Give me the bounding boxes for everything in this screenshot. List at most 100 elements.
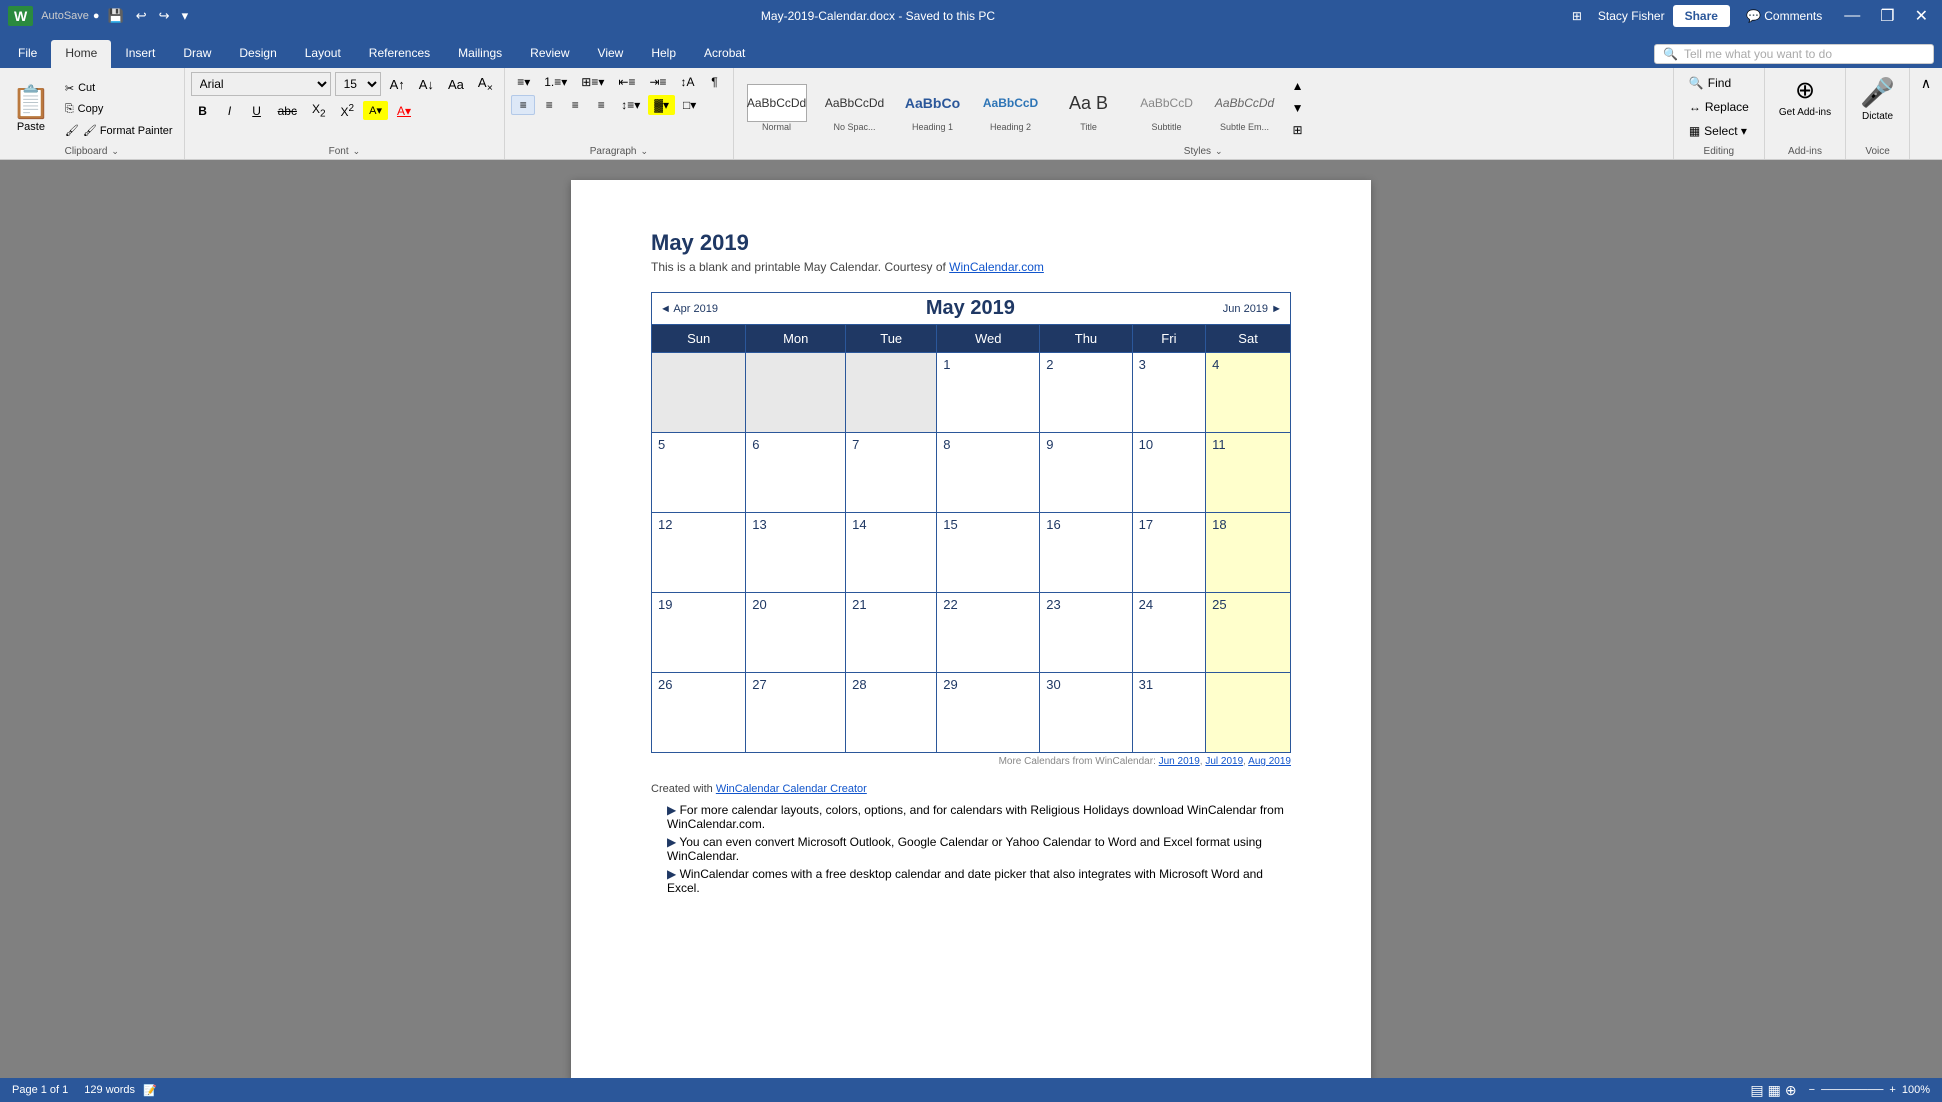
view-layout-btn[interactable]: ▦ bbox=[1768, 1082, 1781, 1099]
restore-btn[interactable]: ❐ bbox=[1874, 6, 1900, 26]
cal-cell-w1-d7[interactable]: 4 bbox=[1206, 353, 1291, 433]
cal-cell-w3-d3[interactable]: 14 bbox=[846, 513, 937, 593]
tab-view[interactable]: View bbox=[584, 40, 638, 68]
style-normal[interactable]: AaBbCcDd Normal bbox=[740, 80, 814, 136]
bullets-button[interactable]: ≡▾ bbox=[511, 72, 536, 92]
cal-cell-w2-d5[interactable]: 9 bbox=[1040, 433, 1132, 513]
border-btn[interactable]: □▾ bbox=[677, 95, 702, 115]
aug-link[interactable]: Aug 2019 bbox=[1248, 756, 1291, 767]
cal-cell-w2-d6[interactable]: 10 bbox=[1132, 433, 1205, 513]
align-center-btn[interactable]: ≡ bbox=[537, 95, 561, 115]
redo-btn[interactable]: ↪ bbox=[155, 6, 174, 26]
cut-button[interactable]: ✂ Cut bbox=[60, 79, 178, 98]
cal-cell-w3-d1[interactable]: 12 bbox=[652, 513, 746, 593]
share-button[interactable]: Share bbox=[1673, 5, 1730, 27]
search-bar[interactable]: 🔍 Tell me what you want to do bbox=[1654, 44, 1934, 64]
styles-more[interactable]: ⊞ bbox=[1286, 120, 1310, 140]
cal-cell-w3-d2[interactable]: 13 bbox=[746, 513, 846, 593]
cal-cell-w1-d3[interactable] bbox=[846, 353, 937, 433]
tab-help[interactable]: Help bbox=[637, 40, 690, 68]
collapse-ribbon-btn[interactable]: ∧ bbox=[1914, 72, 1938, 95]
font-case-btn[interactable]: Aa bbox=[443, 74, 469, 95]
cal-cell-w2-d3[interactable]: 7 bbox=[846, 433, 937, 513]
proofing-icon[interactable]: 📝 bbox=[143, 1084, 157, 1097]
bold-button[interactable]: B bbox=[191, 101, 215, 121]
cal-cell-w4-d3[interactable]: 21 bbox=[846, 593, 937, 673]
cal-cell-w5-d5[interactable]: 30 bbox=[1040, 673, 1132, 753]
cal-cell-w1-d6[interactable]: 3 bbox=[1132, 353, 1205, 433]
cal-cell-w4-d2[interactable]: 20 bbox=[746, 593, 846, 673]
close-btn[interactable]: ✕ bbox=[1909, 6, 1934, 26]
cal-cell-w5-d7[interactable] bbox=[1206, 673, 1291, 753]
cal-cell-w5-d3[interactable]: 28 bbox=[846, 673, 937, 753]
numbering-button[interactable]: 1.≡▾ bbox=[538, 72, 573, 92]
wincalendar-link[interactable]: WinCalendar.com bbox=[949, 260, 1044, 274]
cal-cell-w4-d5[interactable]: 23 bbox=[1040, 593, 1132, 673]
style-no-space[interactable]: AaBbCcDd No Spac... bbox=[818, 80, 892, 136]
format-painter-button[interactable]: 🖌 🖌 Format Painter bbox=[60, 121, 178, 140]
tab-draw[interactable]: Draw bbox=[169, 40, 225, 68]
highlight-button[interactable]: A▾ bbox=[363, 101, 388, 120]
sort-btn[interactable]: ↕A bbox=[675, 72, 701, 92]
view-normal-btn[interactable]: ▤ bbox=[1750, 1082, 1763, 1099]
copy-button[interactable]: ⎘ Copy bbox=[60, 100, 178, 119]
cal-cell-w3-d6[interactable]: 17 bbox=[1132, 513, 1205, 593]
cal-cell-w2-d1[interactable]: 5 bbox=[652, 433, 746, 513]
tab-insert[interactable]: Insert bbox=[111, 40, 169, 68]
multilevel-button[interactable]: ⊞≡▾ bbox=[575, 72, 610, 92]
cal-cell-w4-d1[interactable]: 19 bbox=[652, 593, 746, 673]
cal-cell-w2-d2[interactable]: 6 bbox=[746, 433, 846, 513]
decrease-indent-btn[interactable]: ⇤≡ bbox=[612, 72, 641, 92]
styles-scroll-up[interactable]: ▲ bbox=[1286, 76, 1310, 96]
cal-cell-w5-d4[interactable]: 29 bbox=[937, 673, 1040, 753]
cal-cell-w1-d2[interactable] bbox=[746, 353, 846, 433]
cal-cell-w5-d6[interactable]: 31 bbox=[1132, 673, 1205, 753]
next-month-link[interactable]: Jun 2019 ► bbox=[1223, 303, 1282, 315]
style-title[interactable]: Aa B Title bbox=[1052, 80, 1126, 136]
clear-formatting-btn[interactable]: A✕ bbox=[473, 72, 498, 96]
font-shrink-btn[interactable]: A↓ bbox=[414, 74, 439, 95]
tab-review[interactable]: Review bbox=[516, 40, 583, 68]
tab-acrobat[interactable]: Acrobat bbox=[690, 40, 759, 68]
document-page[interactable]: May 2019 This is a blank and printable M… bbox=[571, 180, 1371, 1078]
cal-cell-w3-d5[interactable]: 16 bbox=[1040, 513, 1132, 593]
select-button[interactable]: ▦ Select ▾ bbox=[1682, 120, 1756, 142]
replace-button[interactable]: ↔ Replace bbox=[1682, 96, 1756, 118]
tab-file[interactable]: File bbox=[4, 40, 51, 68]
paste-button[interactable]: 📋 Paste bbox=[6, 78, 56, 138]
cal-cell-w4-d6[interactable]: 24 bbox=[1132, 593, 1205, 673]
style-heading1[interactable]: AaBbCo Heading 1 bbox=[896, 80, 970, 136]
creator-link[interactable]: WinCalendar Calendar Creator bbox=[716, 783, 867, 795]
cal-cell-w5-d2[interactable]: 27 bbox=[746, 673, 846, 753]
para-expand[interactable]: ⌄ bbox=[640, 146, 648, 157]
superscript-button[interactable]: X2 bbox=[335, 100, 361, 122]
cal-cell-w4-d4[interactable]: 22 bbox=[937, 593, 1040, 673]
cal-cell-w2-d4[interactable]: 8 bbox=[937, 433, 1040, 513]
style-subtitle[interactable]: AaBbCcD Subtitle bbox=[1130, 80, 1204, 136]
strikethrough-button[interactable]: abc bbox=[272, 101, 303, 121]
get-addins-btn[interactable]: ⊕ Get Add-ins bbox=[1773, 72, 1837, 122]
cal-cell-w5-d1[interactable]: 26 bbox=[652, 673, 746, 753]
show-formatting-btn[interactable]: ¶ bbox=[703, 72, 727, 92]
cal-cell-w4-d7[interactable]: 25 bbox=[1206, 593, 1291, 673]
cal-cell-w3-d4[interactable]: 15 bbox=[937, 513, 1040, 593]
font-expand[interactable]: ⌄ bbox=[353, 146, 361, 157]
cal-cell-w1-d5[interactable]: 2 bbox=[1040, 353, 1132, 433]
dictate-btn[interactable]: 🎤 Dictate bbox=[1854, 72, 1901, 126]
cal-cell-w2-d7[interactable]: 11 bbox=[1206, 433, 1291, 513]
cal-cell-w1-d1[interactable] bbox=[652, 353, 746, 433]
find-button[interactable]: 🔍 Find bbox=[1682, 72, 1756, 94]
zoom-in-btn[interactable]: + bbox=[1889, 1084, 1895, 1096]
underline-button[interactable]: U bbox=[245, 101, 269, 121]
tab-design[interactable]: Design bbox=[225, 40, 290, 68]
comments-btn[interactable]: 💬 Comments bbox=[1738, 5, 1830, 27]
cal-cell-w1-d4[interactable]: 1 bbox=[937, 353, 1040, 433]
tab-home[interactable]: Home bbox=[51, 40, 111, 68]
style-subtle-em[interactable]: AaBbCcDd Subtle Em... bbox=[1208, 80, 1282, 136]
prev-month-link[interactable]: ◄ Apr 2019 bbox=[660, 303, 718, 315]
view-web-btn[interactable]: ⊕ bbox=[1785, 1082, 1797, 1099]
font-color-button[interactable]: A▾ bbox=[391, 101, 417, 121]
font-name-select[interactable]: Arial bbox=[191, 72, 331, 96]
clipboard-expand[interactable]: ⌄ bbox=[111, 146, 119, 157]
tab-mailings[interactable]: Mailings bbox=[444, 40, 516, 68]
